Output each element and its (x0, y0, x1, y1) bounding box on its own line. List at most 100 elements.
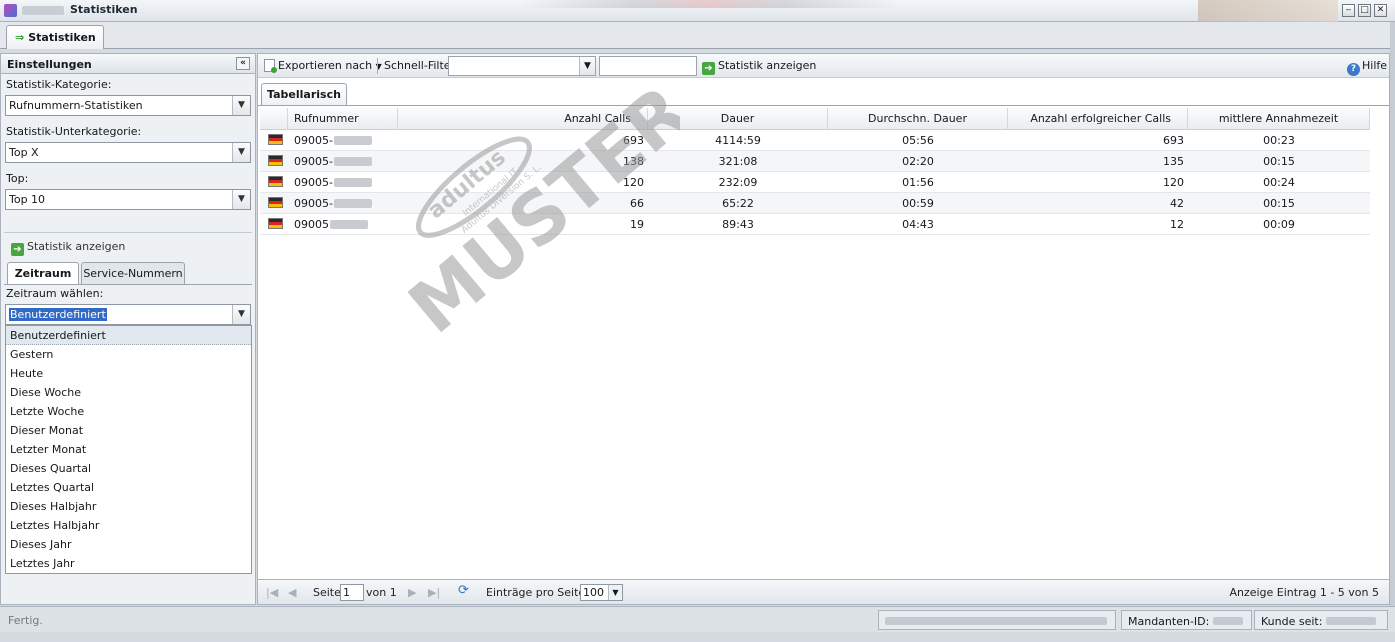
paging-summary: Anzeige Eintrag 1 - 5 von 5 (1229, 586, 1379, 599)
cell-anzahl-calls: 693 (623, 134, 644, 147)
toolbar: Exportieren nach ▼ Schnell-Filter ▼ ➔ Sta… (258, 54, 1389, 78)
refresh-icon[interactable]: ⟳ (458, 583, 469, 598)
status-mandant-field: Mandanten-ID: (1121, 610, 1252, 630)
close-button[interactable]: ✕ (1374, 4, 1387, 17)
cell-dauer: 65:22 (722, 197, 754, 210)
chevron-down-icon[interactable]: ▼ (232, 305, 250, 324)
table-row[interactable]: 09005- 120 232:09 01:56 120 00:24 (260, 172, 1370, 193)
export-menu-button[interactable]: Exportieren nach ▼ (264, 59, 382, 73)
chevron-down-icon[interactable]: ▼ (608, 585, 622, 600)
cell-durchschn-dauer: 00:59 (902, 197, 934, 210)
toolbar-separator (377, 58, 378, 74)
table-row[interactable]: 09005- 66 65:22 00:59 42 00:15 (260, 193, 1370, 214)
mandant-label: Mandanten-ID: (1128, 615, 1210, 628)
chevron-down-icon[interactable]: ▼ (232, 143, 250, 162)
toolbar-show-statistics-button[interactable]: ➔ Statistik anzeigen (702, 59, 816, 75)
unterkategorie-select[interactable]: Top X ▼ (5, 142, 251, 163)
status-kunde-field: Kunde seit: (1254, 610, 1388, 630)
export-label: Exportieren nach (278, 59, 373, 72)
option-letzter-monat[interactable]: Letzter Monat (6, 440, 251, 459)
cell-durchschn-dauer: 04:43 (902, 218, 934, 231)
chevron-down-icon[interactable]: ▼ (579, 57, 595, 75)
page-total: von 1 (366, 586, 397, 599)
quick-filter-input[interactable] (599, 56, 697, 76)
option-gestern[interactable]: Gestern (6, 345, 251, 364)
next-page-icon[interactable]: ▶ (408, 586, 416, 599)
right-edge-strip (1390, 22, 1395, 606)
rufnummer-text: 09005- (294, 134, 333, 147)
column-header-anzahl-erfolgreicher-calls[interactable]: Anzahl erfolgreicher Calls (1008, 108, 1188, 129)
divider (4, 232, 252, 233)
option-benutzerdefiniert[interactable]: Benutzerdefiniert (6, 326, 251, 345)
redacted-number (333, 136, 372, 145)
tab-divider (4, 284, 252, 285)
germany-flag-icon (268, 176, 283, 187)
tab-statistiken[interactable]: ⇒ Statistiken (6, 25, 104, 49)
option-dieses-jahr[interactable]: Dieses Jahr (6, 535, 251, 554)
cell-rufnummer: 09005- (288, 172, 398, 193)
redacted-number (333, 178, 372, 187)
rufnummer-text: 09005- (294, 176, 333, 189)
prev-page-icon[interactable]: ◀ (288, 586, 296, 599)
statistics-panel: Exportieren nach ▼ Schnell-Filter ▼ ➔ Sta… (257, 53, 1390, 605)
last-page-icon[interactable]: ▶| (428, 586, 440, 599)
window-title: Statistiken (70, 3, 138, 16)
cell-dauer: 232:09 (718, 176, 758, 189)
cell-annahmezeit: 00:09 (1263, 218, 1295, 231)
zeitraum-dropdown-list: Benutzerdefiniert Gestern Heute Diese Wo… (5, 325, 252, 574)
collapse-icon[interactable]: « (236, 57, 250, 70)
column-header-durchschn-dauer[interactable]: Durchschn. Dauer (828, 108, 1008, 129)
kategorie-select[interactable]: Rufnummern-Statistiken ▼ (5, 95, 251, 116)
page-number-input[interactable]: 1 (340, 584, 364, 601)
column-header-mittlere-annahmezeit[interactable]: mittlere Annahmezeit (1188, 108, 1370, 129)
kategorie-value: Rufnummern-Statistiken (9, 99, 143, 112)
page-label: Seite (313, 586, 341, 599)
entries-per-page-select[interactable]: 100 ▼ (580, 584, 623, 601)
rufnummer-text: 09005- (294, 197, 333, 210)
main-tab-strip: ⇒ Statistiken (0, 22, 1395, 49)
option-letztes-halbjahr[interactable]: Letztes Halbjahr (6, 516, 251, 535)
germany-flag-icon (268, 218, 283, 229)
export-document-icon (264, 59, 277, 73)
first-page-icon[interactable]: |◀ (266, 586, 278, 599)
cell-annahmezeit: 00:23 (1263, 134, 1295, 147)
option-heute[interactable]: Heute (6, 364, 251, 383)
table-row[interactable]: 09005 19 89:43 04:43 12 00:09 (260, 214, 1370, 235)
option-letzte-woche[interactable]: Letzte Woche (6, 402, 251, 421)
maximize-button[interactable]: □ (1358, 4, 1371, 17)
cell-annahmezeit: 00:15 (1263, 155, 1295, 168)
tab-tabellarisch[interactable]: Tabellarisch (261, 83, 347, 105)
quick-filter-select[interactable]: ▼ (448, 56, 596, 76)
cell-durchschn-dauer: 01:56 (902, 176, 934, 189)
zeitraum-select[interactable]: Benutzerdefiniert ▼ (5, 304, 251, 325)
tab-zeitraum[interactable]: Zeitraum (7, 262, 79, 285)
chevron-down-icon[interactable]: ▼ (232, 190, 250, 209)
minimize-button[interactable]: ‒ (1342, 4, 1355, 17)
germany-flag-icon (268, 134, 283, 145)
column-header-anzahl-calls[interactable]: Anzahl Calls (398, 108, 648, 129)
option-dieses-quartal[interactable]: Dieses Quartal (6, 459, 251, 478)
option-dieses-halbjahr[interactable]: Dieses Halbjahr (6, 497, 251, 516)
table-row[interactable]: 09005- 693 4114:59 05:56 693 00:23 (260, 130, 1370, 151)
table-row[interactable]: 09005- 138 321:08 02:20 135 00:15 (260, 151, 1370, 172)
show-statistics-button[interactable]: ➔ Statistik anzeigen (11, 240, 125, 256)
cell-rufnummer: 09005 (288, 214, 398, 235)
kunde-label: Kunde seit: (1261, 615, 1323, 628)
top-label: Top: (6, 172, 29, 185)
option-diese-woche[interactable]: Diese Woche (6, 383, 251, 402)
show-statistics-label: Statistik anzeigen (27, 240, 126, 253)
cell-anzahl-erfolgreich: 42 (1170, 197, 1184, 210)
column-header-rufnummer[interactable]: Rufnummer (288, 108, 398, 129)
chevron-down-icon[interactable]: ▼ (232, 96, 250, 115)
go-arrow-icon: ➔ (11, 243, 24, 256)
option-letztes-quartal[interactable]: Letztes Quartal (6, 478, 251, 497)
column-header-dauer[interactable]: Dauer (648, 108, 828, 129)
top-select[interactable]: Top 10 ▼ (5, 189, 251, 210)
tab-service-nummern[interactable]: Service-Nummern (81, 262, 185, 284)
arrow-right-icon: ⇒ (15, 31, 25, 44)
option-dieser-monat[interactable]: Dieser Monat (6, 421, 251, 440)
redacted-text (1325, 617, 1376, 625)
help-button[interactable]: ? Hilfe (1347, 59, 1387, 76)
cell-anzahl-erfolgreich: 693 (1163, 134, 1184, 147)
option-letztes-jahr[interactable]: Letztes Jahr (6, 554, 251, 573)
